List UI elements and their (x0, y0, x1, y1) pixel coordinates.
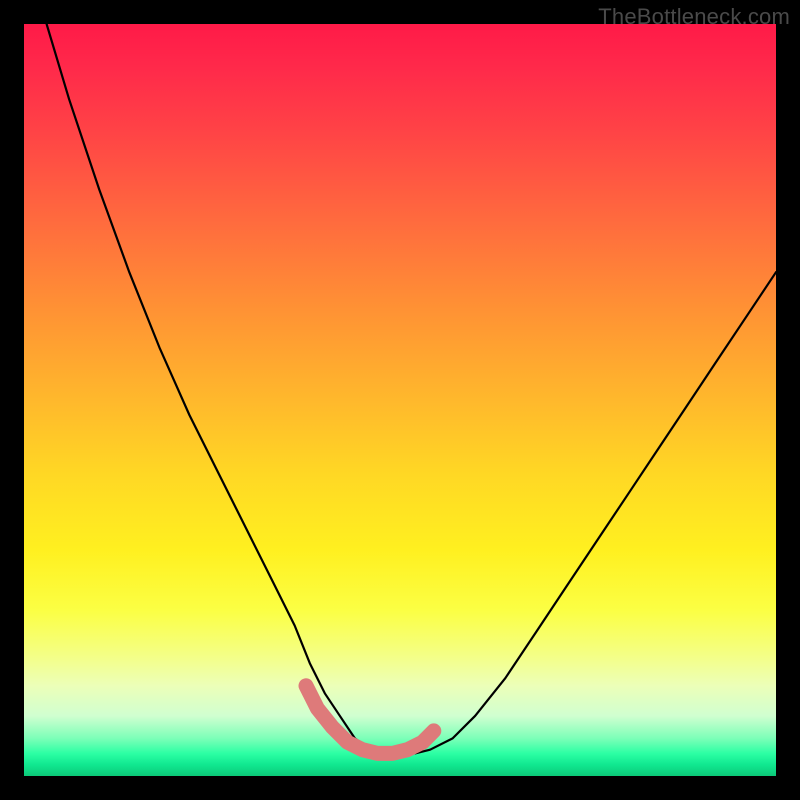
watermark-label: TheBottleneck.com (598, 4, 790, 30)
chart-frame: TheBottleneck.com (0, 0, 800, 800)
plot-area (24, 24, 776, 776)
bottleneck-curve (47, 24, 776, 753)
optimal-range-highlight (306, 686, 434, 754)
chart-svg (24, 24, 776, 776)
